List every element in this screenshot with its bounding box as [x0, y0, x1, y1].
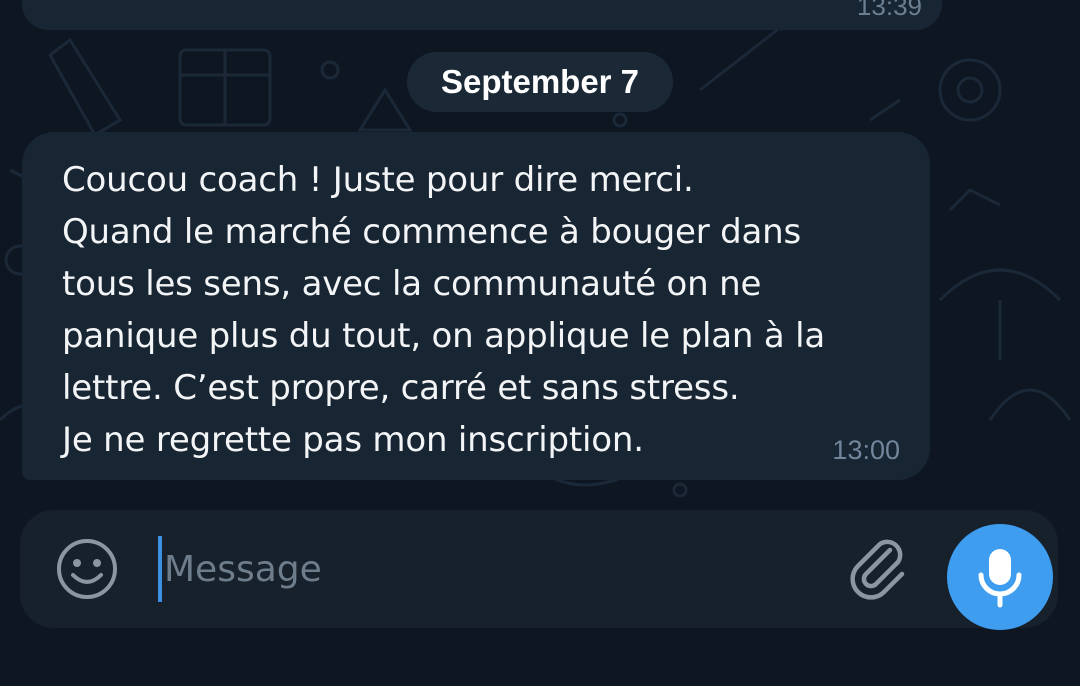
previous-message-bubble: 13:39	[22, 0, 942, 30]
screen-bottom-area	[0, 636, 1080, 682]
message-time: 13:00	[832, 435, 900, 465]
message-time: 13:39	[856, 0, 922, 21]
microphone-icon	[978, 549, 1022, 608]
voice-record-button[interactable]	[947, 524, 1053, 630]
message-text: Coucou coach ! Juste pour dire merci. Qu…	[62, 160, 825, 460]
date-separator: September 7	[407, 52, 673, 112]
message-input[interactable]	[164, 534, 824, 604]
paperclip-icon	[850, 539, 905, 600]
text-caret	[158, 536, 162, 602]
smiley-icon	[57, 539, 117, 599]
message-composer	[20, 510, 1058, 630]
attach-button[interactable]	[844, 534, 914, 604]
emoji-button[interactable]	[55, 537, 119, 601]
message-bubble[interactable]: Coucou coach ! Juste pour dire merci. Qu…	[22, 132, 930, 480]
